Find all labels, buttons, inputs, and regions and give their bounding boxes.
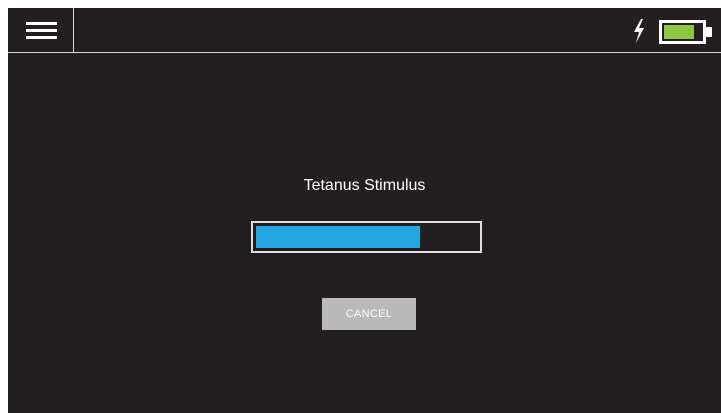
- progress-fill: [256, 226, 420, 248]
- battery-level-fill: [664, 25, 694, 39]
- battery-icon: [659, 20, 712, 44]
- stimulus-progress-bar: [251, 221, 482, 253]
- cancel-button[interactable]: CANCEL: [322, 298, 416, 330]
- top-bar: [8, 8, 721, 53]
- menu-button[interactable]: [8, 8, 74, 52]
- stimulus-title: Tetanus Stimulus: [303, 177, 426, 194]
- device-screen: Tetanus Stimulus CANCEL: [8, 8, 721, 413]
- hamburger-menu-icon: [26, 22, 57, 25]
- lightning-bolt-icon: [634, 19, 644, 43]
- hamburger-line: [26, 29, 57, 32]
- hamburger-line: [26, 36, 57, 39]
